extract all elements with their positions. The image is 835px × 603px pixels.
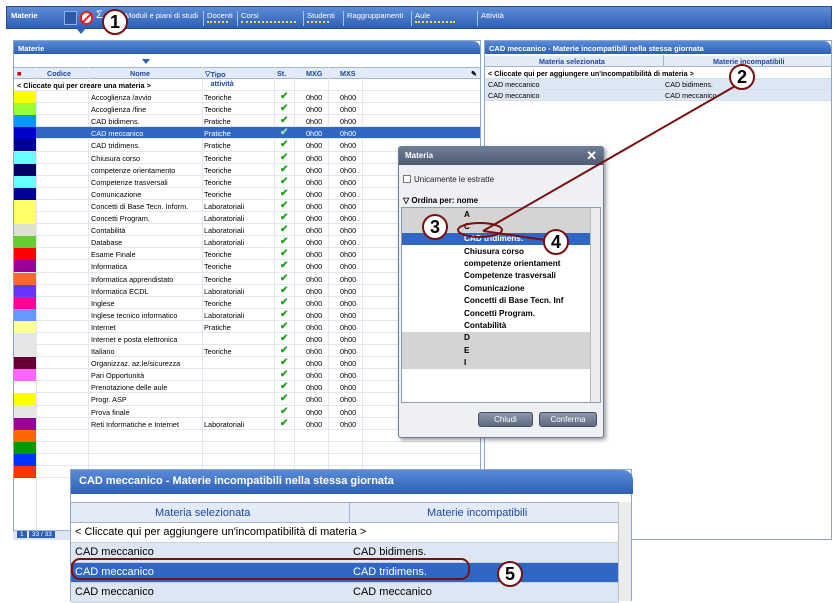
callout-line-2 — [482, 84, 738, 232]
callout-5: 5 — [497, 561, 523, 587]
annotation-overlay — [71, 84, 738, 580]
callout-4: 4 — [543, 229, 569, 255]
callout-2: 2 — [729, 64, 755, 90]
callout-3: 3 — [422, 214, 448, 240]
callout-1: 1 — [102, 9, 128, 35]
highlight-ellipse-c — [457, 222, 503, 238]
highlight-ellipse-zoom-row — [71, 558, 470, 580]
